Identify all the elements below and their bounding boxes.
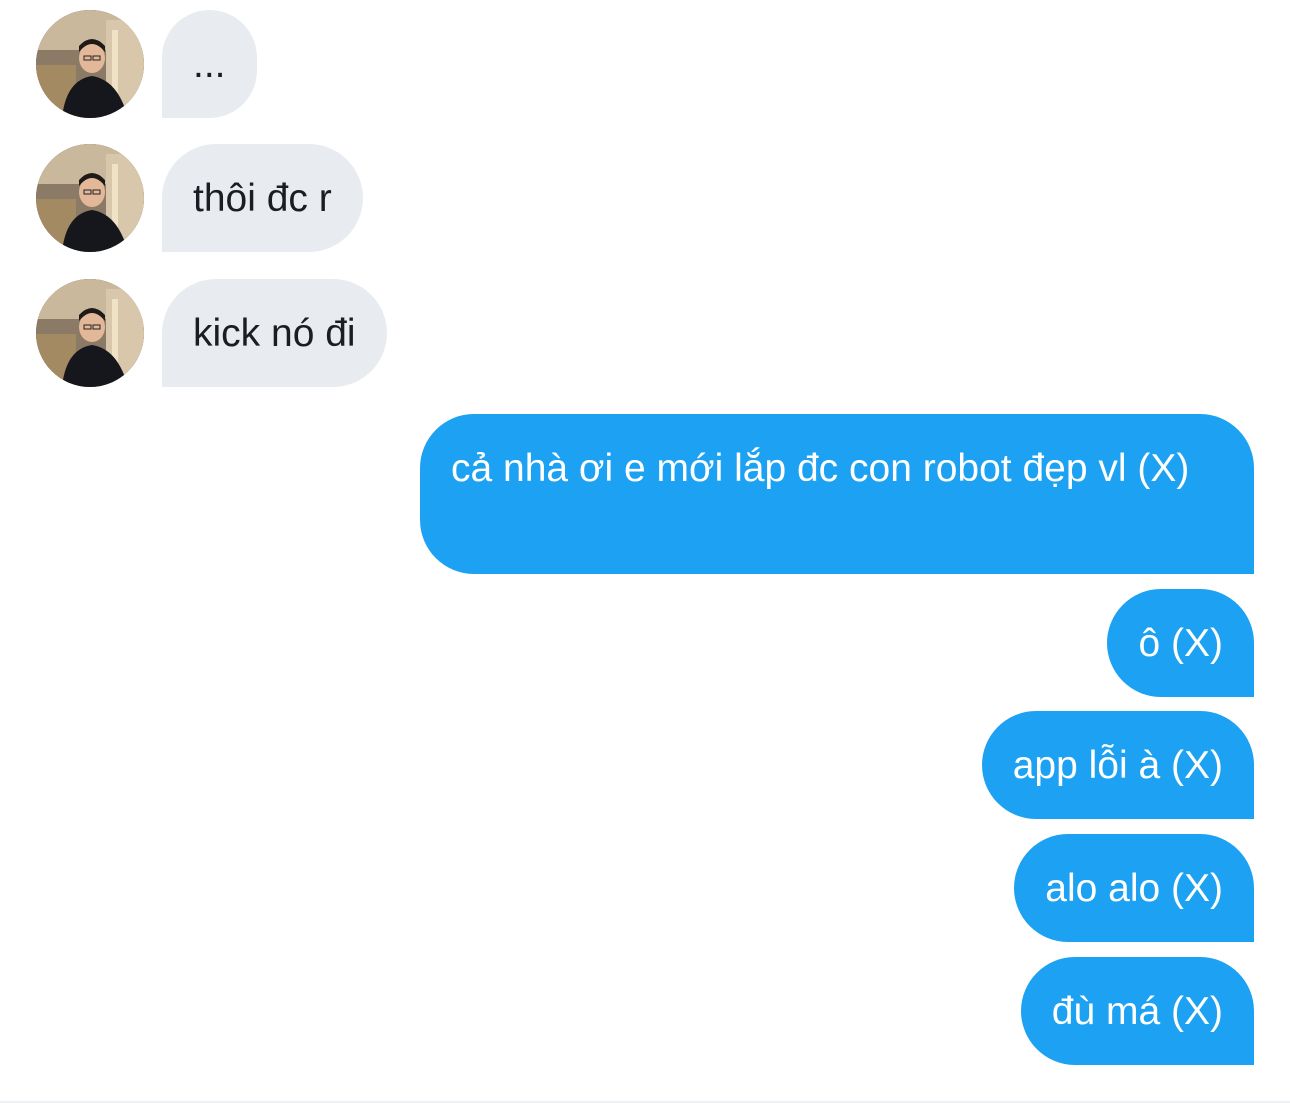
message-bubble-outgoing[interactable]: ô (X): [1107, 589, 1254, 697]
message-row-outgoing: app lỗi à (X): [981, 711, 1254, 819]
message-bubble-incoming[interactable]: ...: [162, 10, 257, 118]
message-row-incoming: kick nó đi: [36, 279, 387, 387]
avatar[interactable]: [36, 144, 144, 252]
user-photo-icon: [36, 10, 144, 118]
message-bubble-outgoing[interactable]: cả nhà ơi e mới lắp đc con robot đẹp vl …: [420, 414, 1254, 574]
avatar[interactable]: [36, 279, 144, 387]
message-row-outgoing: alo alo (X): [1014, 834, 1254, 942]
message-row-outgoing: đù má (X): [1020, 957, 1254, 1065]
message-row-outgoing: cả nhà ơi e mới lắp đc con robot đẹp vl …: [420, 414, 1254, 574]
message-bubble-outgoing[interactable]: app lỗi à (X): [981, 711, 1254, 819]
message-bubble-outgoing[interactable]: đù má (X): [1020, 957, 1254, 1065]
message-row-incoming: ...: [36, 10, 257, 118]
message-bubble-incoming[interactable]: kick nó đi: [162, 279, 387, 387]
message-bubble-incoming[interactable]: thôi đc r: [162, 144, 363, 252]
user-photo-icon: [36, 144, 144, 252]
message-thread: ... thôi đc r kick nó đi cả nhà ơi e mới…: [0, 0, 1290, 1103]
message-row-outgoing: ô (X): [1107, 589, 1254, 697]
message-bubble-outgoing[interactable]: alo alo (X): [1014, 834, 1254, 942]
avatar[interactable]: [36, 10, 144, 118]
user-photo-icon: [36, 279, 144, 387]
message-row-incoming: thôi đc r: [36, 144, 363, 252]
